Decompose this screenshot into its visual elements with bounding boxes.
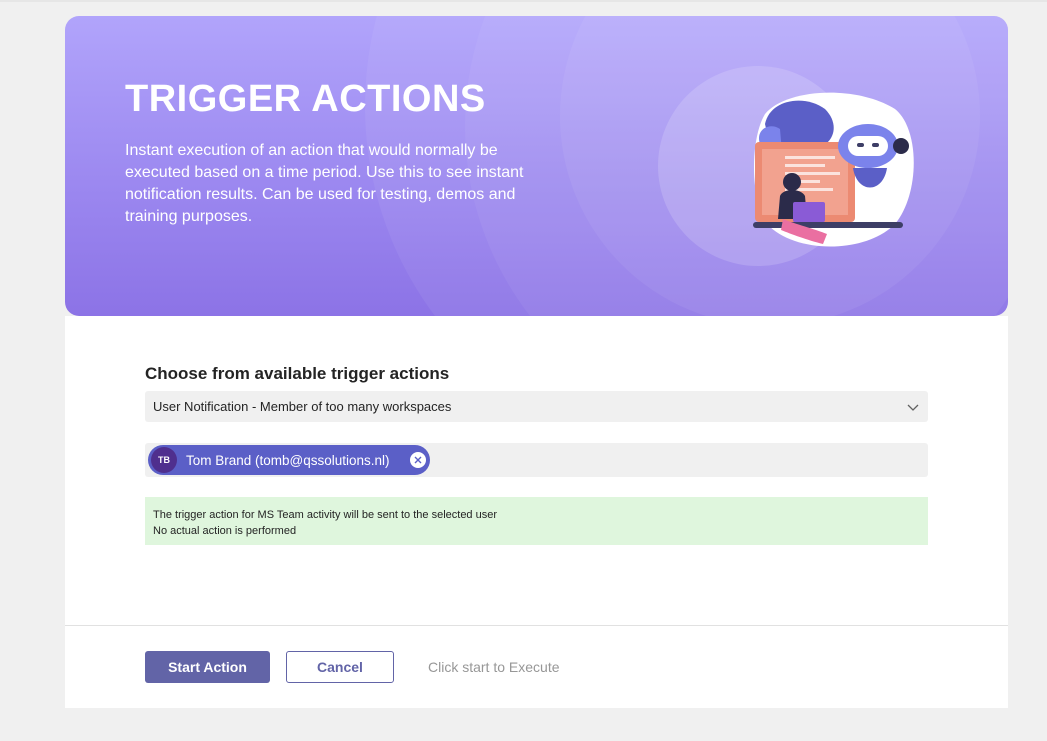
hero-banner: TRIGGER ACTIONS Instant execution of an …	[65, 16, 1008, 316]
footer-divider	[65, 625, 1008, 626]
notice-line: No actual action is performed	[153, 525, 297, 537]
page-description: Instant execution of an action that woul…	[125, 142, 524, 225]
form-panel: Choose from available trigger actions Us…	[65, 316, 1008, 708]
user-picker-field[interactable]: TB Tom Brand (tomb@qssolutions.nl)	[145, 443, 928, 477]
info-notice: The trigger action for MS Team activity …	[145, 497, 928, 545]
selected-user-pill: TB Tom Brand (tomb@qssolutions.nl)	[148, 445, 430, 475]
remove-user-button[interactable]	[410, 452, 426, 468]
trigger-action-dropdown[interactable]: User Notification - Member of too many w…	[145, 391, 928, 422]
chevron-down-icon	[907, 404, 919, 411]
robot-laptop-illustration-icon	[753, 92, 914, 247]
section-label: Choose from available trigger actions	[145, 364, 450, 383]
dropdown-selected-value: User Notification - Member of too many w…	[153, 399, 452, 414]
cancel-button[interactable]: Cancel	[286, 651, 394, 683]
top-border	[0, 0, 1047, 2]
close-icon	[414, 456, 422, 464]
avatar: TB	[151, 447, 177, 473]
page-title: TRIGGER ACTIONS	[125, 78, 486, 120]
start-action-button[interactable]: Start Action	[145, 651, 270, 683]
user-pill-name: Tom Brand (tomb@qssolutions.nl)	[186, 452, 390, 468]
execute-hint: Click start to Execute	[428, 659, 560, 675]
notice-line: The trigger action for MS Team activity …	[153, 509, 498, 521]
